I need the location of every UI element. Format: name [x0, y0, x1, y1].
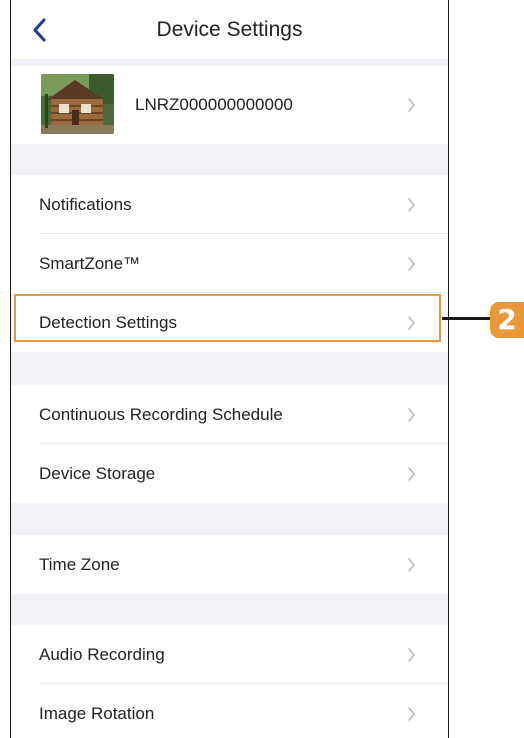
chevron-right-icon [408, 98, 415, 112]
chevron-right-icon [408, 198, 415, 212]
section-gap [11, 503, 448, 535]
chevron-right-icon [408, 707, 415, 721]
chevron-right-icon [408, 558, 415, 572]
screen: Device Settings LNRZ000000000000 Notific… [0, 0, 524, 738]
section-gap [11, 59, 448, 66]
settings-item-label: Device Storage [39, 464, 156, 483]
chevron-right-icon [408, 467, 415, 481]
settings-item-label: Time Zone [39, 555, 120, 574]
device-thumbnail [41, 74, 114, 134]
section-gap [11, 352, 448, 385]
settings-item-audio-recording[interactable]: Audio Recording [11, 625, 448, 684]
settings-item-label: SmartZone™ [39, 254, 141, 273]
settings-item-image-rotation[interactable]: Image Rotation [11, 684, 448, 738]
settings-item-continuous-recording-schedule[interactable]: Continuous Recording Schedule [11, 385, 448, 444]
chevron-right-icon [408, 316, 415, 330]
device-row[interactable]: LNRZ000000000000 [11, 66, 448, 144]
chevron-right-icon [408, 257, 415, 271]
settings-item-label: Image Rotation [39, 704, 155, 723]
chevron-right-icon [408, 408, 415, 422]
settings-item-label: Detection Settings [39, 313, 177, 332]
settings-item-label: Audio Recording [39, 645, 165, 664]
chevron-right-icon [408, 648, 415, 662]
section-gap [11, 594, 448, 625]
device-name: LNRZ000000000000 [135, 95, 293, 114]
callout-line [442, 317, 496, 320]
settings-item-time-zone[interactable]: Time Zone [11, 535, 448, 594]
settings-item-label: Notifications [39, 195, 132, 214]
header: Device Settings [11, 0, 448, 62]
settings-item-device-storage[interactable]: Device Storage [11, 444, 448, 503]
callout-badge: 2 [490, 302, 524, 338]
settings-item-label: Continuous Recording Schedule [39, 405, 283, 424]
settings-item-notifications[interactable]: Notifications [11, 175, 448, 234]
settings-item-detection-settings[interactable]: Detection Settings [11, 293, 448, 352]
settings-item-smartzone[interactable]: SmartZone™ [11, 234, 448, 293]
device-settings-screen: Device Settings LNRZ000000000000 Notific… [10, 0, 449, 738]
section-gap [11, 144, 448, 175]
page-title: Device Settings [156, 18, 303, 41]
